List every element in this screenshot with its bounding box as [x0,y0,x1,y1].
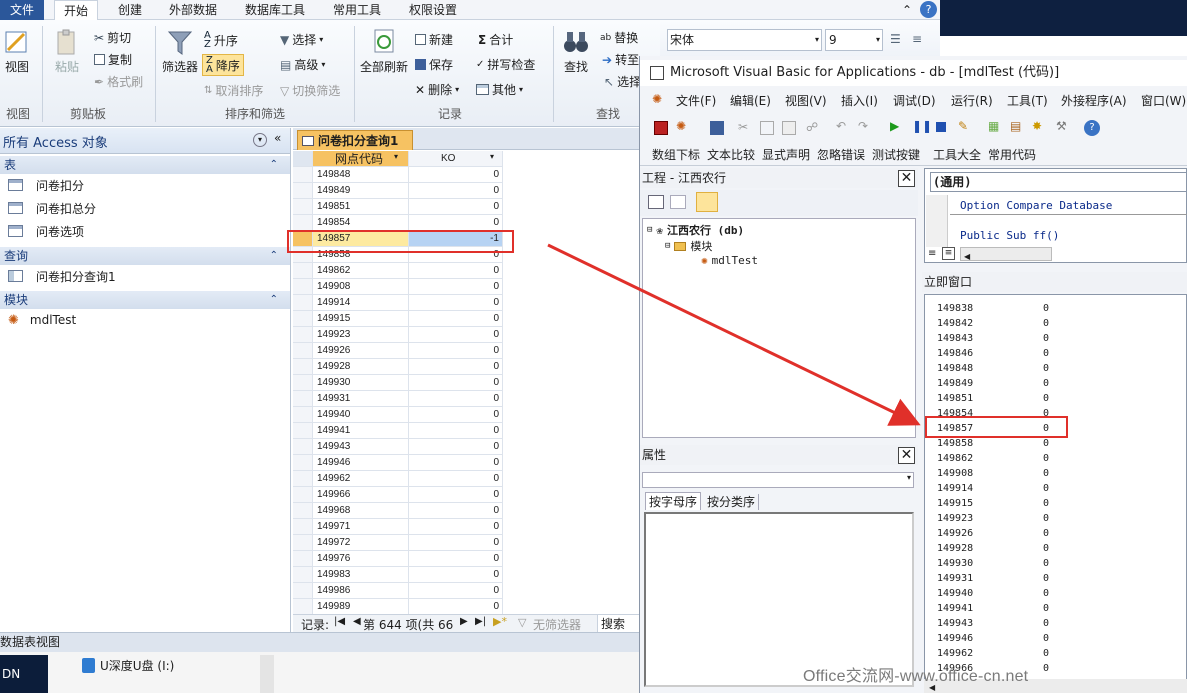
annotation-arrow [547,243,921,426]
